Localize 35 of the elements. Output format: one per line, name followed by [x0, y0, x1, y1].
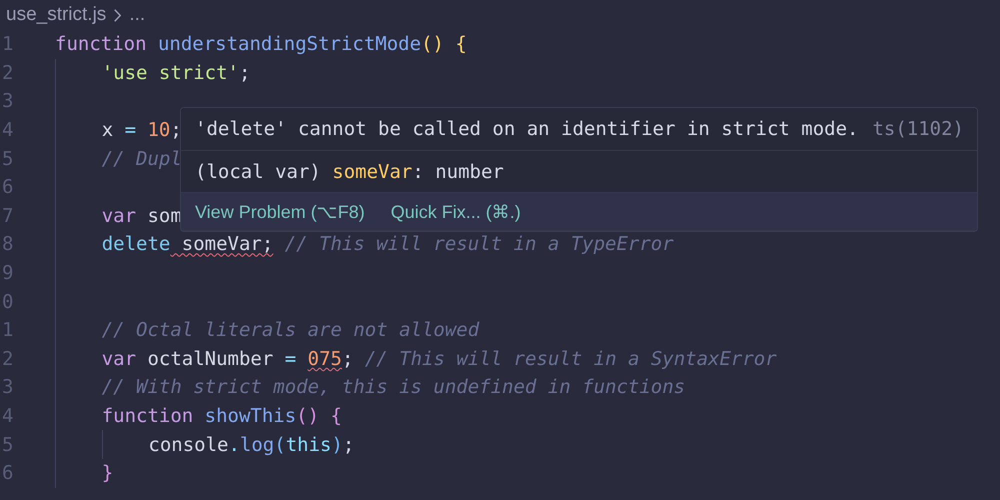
code-line: console.log(this);: [148, 432, 354, 458]
code-line: // Dupl: [102, 146, 182, 172]
type-signature: (local var) someVar: number: [195, 160, 504, 182]
code-line: 'use strict';: [102, 60, 250, 86]
code-line: x = 10;: [102, 118, 182, 144]
code-line: // With strict mode, this is undefined in functions: [102, 375, 686, 400]
code-line: function understandingStrictMode() {: [55, 32, 467, 58]
error-message: 'delete' cannot be called on an identifier in strict mode.: [195, 118, 858, 140]
action-link[interactable]: View Problem (⌥F8): [195, 200, 365, 222]
code-line: function showThis() {: [102, 404, 342, 430]
line-number: 3: [1, 90, 14, 112]
line-number: 1: [1, 33, 14, 56]
code-line: delete someVar; // This will result in a TypeError: [102, 232, 674, 258]
line-number: 9: [1, 262, 14, 284]
code-line: var octalNumber = 075; // This will result in a SyntaxError: [102, 346, 777, 372]
error-code: ts(1102): [872, 118, 964, 140]
action-link[interactable]: Quick Fix... (⌘.): [390, 200, 521, 222]
line-number: 8: [1, 233, 14, 256]
breadcrumb-ellipsis[interactable]: ...: [129, 4, 146, 26]
line-number: 6: [1, 462, 14, 484]
chevron-right-icon: [114, 8, 122, 22]
line-number: 5: [1, 434, 14, 456]
code-line: }: [102, 461, 114, 486]
line-number: 2: [1, 62, 14, 84]
line-number: 5: [1, 148, 14, 170]
line-number: 3: [1, 376, 14, 398]
file-name[interactable]: use_strict.js: [6, 4, 106, 26]
line-number: 0: [1, 290, 14, 313]
line-number: 7: [1, 204, 14, 227]
code-line: // Octal literals are not allowed: [102, 318, 480, 344]
line-number: 2: [1, 348, 14, 370]
line-number: 4: [1, 119, 14, 142]
line-number: 4: [1, 405, 14, 428]
line-number: 6: [1, 176, 14, 198]
line-number: 1: [1, 319, 14, 342]
